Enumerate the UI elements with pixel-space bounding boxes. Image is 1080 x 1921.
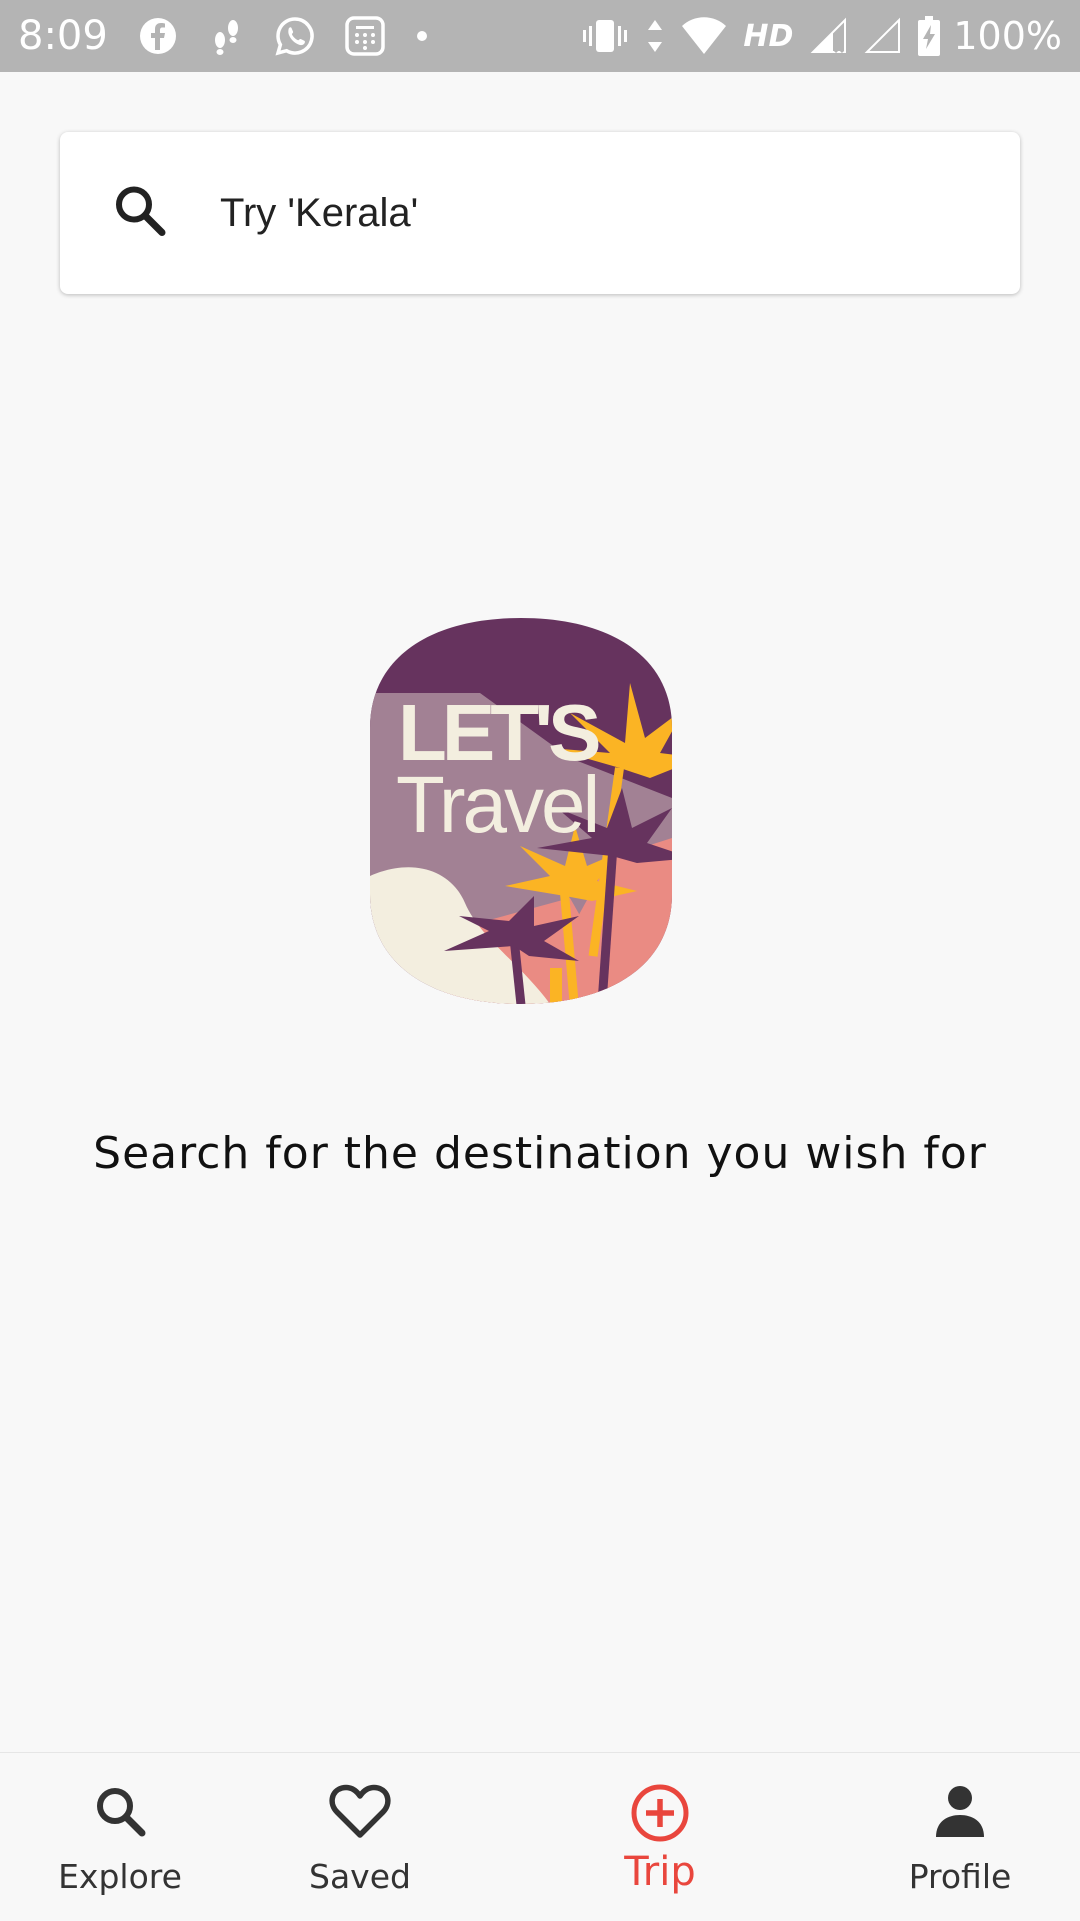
footsteps-icon [206,16,246,56]
wifi-icon [681,16,727,56]
battery-charging-icon [917,15,941,57]
nav-item-trip[interactable]: Trip [560,1753,760,1921]
nav-item-profile[interactable]: Profile [860,1753,1060,1921]
calculator-icon [344,15,386,57]
heart-icon [328,1781,392,1846]
battery-percent: 100% [953,14,1062,58]
lets-travel-illustration: LET'S Travel [370,618,672,1004]
network-type-label: HD [743,18,794,54]
search-icon [90,1781,150,1846]
search-hint-text: Search for the destination you wish for [93,1128,987,1179]
search-input[interactable] [220,183,990,243]
notification-dot-icon [414,28,430,44]
nav-label: Trip [624,1849,696,1895]
search-icon[interactable] [110,181,170,246]
vibrate-icon [581,16,629,56]
search-bar[interactable] [60,132,1020,294]
status-bar: 8:09 HD 100% [0,0,1080,72]
status-right: HD 100% [565,14,1062,58]
status-left: 8:09 [18,13,458,59]
nav-label: Saved [309,1857,411,1896]
person-icon [930,1781,990,1846]
status-time: 8:09 [18,13,108,59]
nav-label: Explore [58,1857,182,1896]
whatsapp-icon [274,15,316,57]
nav-label: Profile [908,1857,1012,1896]
signal-icon [809,16,847,56]
signal-empty-icon [863,16,901,56]
lets-travel-logo: LET'S Travel [370,618,672,1004]
add-circle-icon [628,1781,692,1850]
nav-item-explore[interactable]: Explore [20,1753,220,1921]
data-arrows-icon [645,16,665,56]
bottom-navigation: Explore Saved Trip Profile [0,1752,1080,1921]
logo-text-line2: Travel [396,760,597,849]
nav-item-saved[interactable]: Saved [260,1753,460,1921]
facebook-icon [138,16,178,56]
